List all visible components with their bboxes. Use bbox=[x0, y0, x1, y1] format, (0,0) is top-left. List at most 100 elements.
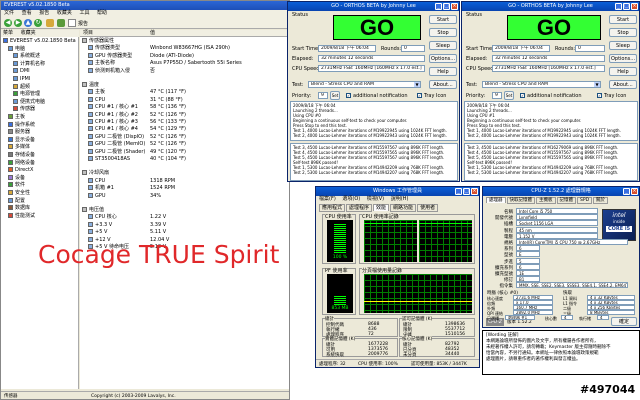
report-button[interactable]: 报告 bbox=[78, 20, 88, 27]
sensor-row[interactable]: +5 V 5.11 V bbox=[80, 229, 289, 236]
menu-item[interactable]: 工具 bbox=[79, 10, 89, 16]
maximize-icon[interactable]: □ bbox=[623, 3, 630, 10]
sensor-row[interactable]: 传感器类型 Winbond W83667HG (ISA 290h) bbox=[80, 45, 289, 52]
orthos-titlebar[interactable]: GO - ORTHOS BETA by Johnny Lee _ □ × bbox=[288, 2, 459, 11]
refresh-icon[interactable]: ↻ bbox=[34, 19, 42, 27]
tree-item[interactable]: DMI bbox=[1, 68, 30, 75]
sensor-row[interactable]: 侦测到机箱入侵 否 bbox=[80, 67, 289, 75]
priority-set-button[interactable]: Set bbox=[504, 91, 514, 100]
maximize-icon[interactable]: □ bbox=[463, 188, 470, 195]
tree-item[interactable]: 系统概述 bbox=[1, 53, 40, 60]
minimize-icon[interactable]: _ bbox=[435, 3, 442, 10]
tree-item[interactable]: EVEREST v5.02.1850 Beta bbox=[1, 38, 76, 45]
col-item-header[interactable]: 项目 bbox=[83, 30, 93, 37]
cpuz-tab[interactable]: SPD bbox=[577, 197, 593, 204]
chart-icon[interactable] bbox=[57, 19, 65, 27]
menu-file[interactable]: 檔案(F) bbox=[319, 196, 336, 202]
tree-item[interactable]: 性能测试 bbox=[1, 212, 35, 220]
help-button[interactable]: Help bbox=[609, 67, 637, 76]
tree-item[interactable]: 存储设备 bbox=[1, 152, 35, 159]
close-icon[interactable]: × bbox=[471, 188, 478, 195]
options-button[interactable]: Options... bbox=[429, 54, 457, 63]
priority-field[interactable]: 9 bbox=[318, 92, 328, 99]
tab-favorites[interactable]: 收藏夹 bbox=[21, 30, 36, 36]
tree-item[interactable]: 网络设备 bbox=[1, 159, 35, 167]
tree-item[interactable]: 计算机名称 bbox=[1, 60, 45, 68]
sensor-row[interactable]: CPU #1 / 核心 #2 52 °C (126 °F) bbox=[80, 111, 289, 119]
sensor-row[interactable]: GPU 二极管 (Shader) 49 °C (120 °F) bbox=[80, 148, 289, 156]
minimize-icon[interactable]: _ bbox=[615, 3, 622, 10]
sensor-row[interactable]: CPU #1 / 核心 #1 58 °C (136 °F) bbox=[80, 104, 289, 111]
menu-item[interactable]: 收藏夹 bbox=[57, 10, 72, 16]
tab-users[interactable]: 使用者 bbox=[417, 204, 439, 212]
tree-item[interactable]: 电脑 bbox=[1, 45, 25, 53]
menu-help[interactable]: 說明(H) bbox=[391, 196, 409, 202]
menu-item[interactable]: 帮助 bbox=[97, 10, 107, 16]
start-button[interactable]: Start bbox=[429, 15, 457, 24]
tab-networking[interactable]: 網路功能 bbox=[390, 204, 417, 212]
close-icon[interactable]: × bbox=[631, 188, 638, 195]
help-button[interactable]: Help bbox=[429, 67, 457, 76]
stop-button[interactable]: Stop bbox=[429, 28, 457, 37]
options-button[interactable]: Options... bbox=[609, 54, 637, 63]
cpuz-tab[interactable]: 主機板 bbox=[536, 197, 556, 204]
sensor-row[interactable]: GPU 34% bbox=[80, 192, 289, 200]
processor-select[interactable]: 處理器 #1 bbox=[505, 315, 535, 320]
tree-item[interactable]: 电源管理 bbox=[1, 91, 40, 98]
cpuz-titlebar[interactable]: CPU-Z 1.52.2 處理器規格 _ × bbox=[483, 187, 639, 196]
sensor-row[interactable]: 主板名称 Asus P7P55D / Sabertooth 55i Series bbox=[80, 60, 289, 67]
back-icon[interactable]: ◀ bbox=[4, 19, 12, 27]
cpuz-tab[interactable]: 處理器 bbox=[486, 197, 506, 203]
close-icon[interactable]: × bbox=[451, 3, 458, 10]
user-icon[interactable] bbox=[46, 19, 54, 27]
about-button[interactable]: About... bbox=[609, 80, 637, 89]
tree-item[interactable]: 软件 bbox=[1, 182, 25, 189]
minimize-icon[interactable]: _ bbox=[623, 188, 630, 195]
tree-item[interactable]: 数据库 bbox=[1, 205, 30, 212]
maximize-icon[interactable]: □ bbox=[443, 3, 450, 10]
forward-icon[interactable]: ▶ bbox=[14, 19, 22, 27]
tree-item[interactable]: 便携式电脑 bbox=[1, 98, 45, 106]
test-select[interactable]: Blend - Stress CPU and RAM ▼ bbox=[482, 81, 601, 88]
cpuz-tab[interactable]: 關於 bbox=[593, 197, 609, 204]
tray-icon-checkbox[interactable]: ✓ Tray Icon bbox=[417, 93, 446, 99]
taskmgr-titlebar[interactable]: Windows 工作管理員 _ □ × bbox=[316, 187, 479, 196]
sensor-row[interactable]: +3.3 V 3.39 V bbox=[80, 221, 289, 229]
up-icon[interactable]: ▲ bbox=[24, 19, 32, 27]
orthos-titlebar[interactable]: GO - ORTHOS BETA by Johnny Lee _ □ × bbox=[462, 2, 639, 11]
sensor-row[interactable]: ST3500418AS 40 °C (104 °F) bbox=[80, 156, 289, 163]
sensor-row[interactable]: 主板 47 °C (117 °F) bbox=[80, 89, 289, 96]
sensor-row[interactable]: CPU 31 °C (88 °F) bbox=[80, 96, 289, 104]
tab-applications[interactable]: 應用程式 bbox=[319, 204, 346, 212]
tree-item[interactable]: 超频 bbox=[1, 83, 30, 91]
report-icon[interactable] bbox=[68, 19, 76, 27]
tree-item[interactable]: 安全性 bbox=[1, 190, 30, 197]
col-value-header[interactable]: 值 bbox=[150, 30, 155, 37]
minimize-icon[interactable]: _ bbox=[455, 188, 462, 195]
priority-field[interactable]: 9 bbox=[492, 92, 502, 99]
additional-notification-checkbox[interactable]: ✓ additional notification bbox=[520, 93, 582, 99]
sleep-button[interactable]: Sleep bbox=[429, 41, 457, 50]
sensor-row[interactable]: CPU 1318 RPM bbox=[80, 177, 289, 185]
tree-item[interactable]: 配置 bbox=[1, 197, 25, 205]
tree-item[interactable]: 传感器 bbox=[1, 106, 35, 113]
tree-item[interactable]: 操作系统 bbox=[1, 121, 35, 129]
tree-item[interactable]: 设备 bbox=[1, 174, 25, 182]
tree-item[interactable]: DirectX bbox=[1, 167, 33, 174]
sensor-row[interactable]: CPU 核心 1.22 V bbox=[80, 214, 289, 221]
additional-notification-checkbox[interactable]: ✓ additional notification bbox=[346, 93, 408, 99]
tree-item[interactable]: 服务器 bbox=[1, 129, 30, 136]
cpuz-tab[interactable]: 記憶體 bbox=[556, 197, 576, 204]
sensor-row[interactable]: GPU 传感器类型 Diode (ATI-Diode) bbox=[80, 52, 289, 60]
stop-button[interactable]: Stop bbox=[609, 28, 637, 37]
tree-item[interactable]: 主板 bbox=[1, 114, 25, 121]
sleep-button[interactable]: Sleep bbox=[609, 41, 637, 50]
sensor-row[interactable]: GPU 二极管 (DispIO) 52 °C (126 °F) bbox=[80, 133, 289, 141]
everest-titlebar[interactable]: EVEREST v5.02.1850 Beta bbox=[1, 1, 289, 10]
menu-item[interactable]: 查看 bbox=[22, 10, 32, 16]
close-icon[interactable]: × bbox=[631, 3, 638, 10]
sensor-row[interactable]: 机箱 #1 1524 RPM bbox=[80, 185, 289, 192]
tree-item[interactable]: 多媒体 bbox=[1, 144, 30, 151]
menu-view[interactable]: 檢視(V) bbox=[367, 196, 384, 202]
start-button[interactable]: Start bbox=[609, 15, 637, 24]
